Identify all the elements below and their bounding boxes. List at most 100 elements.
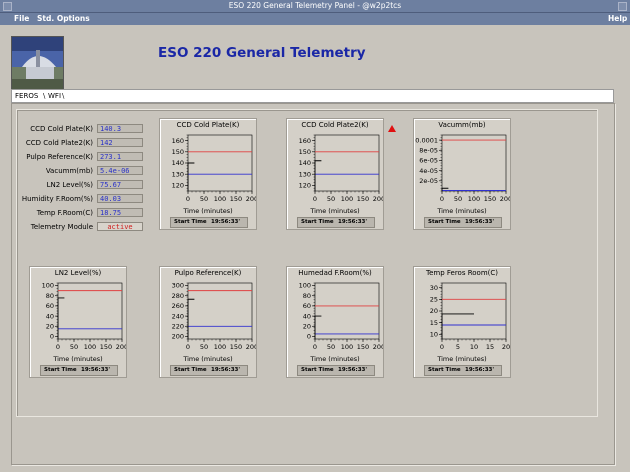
- plot-area: [441, 134, 507, 192]
- x-tick-label: 100: [468, 195, 480, 203]
- telemetry-chart[interactable]: CCD Cold Plate2(K) 120 130 140 150 160 0 50 100 1…: [286, 118, 384, 230]
- x-tick-label: 0: [313, 195, 317, 203]
- y-tick-label: 240: [172, 312, 184, 320]
- y-tick-label: 20: [430, 307, 438, 315]
- readout-label: Humidity F.Room(%): [21, 195, 93, 203]
- chart-title: Humedad F.Room(%): [298, 269, 372, 277]
- chart-title: Temp Feros Room(C): [426, 269, 498, 277]
- alarm-warning-icon: [388, 125, 396, 132]
- x-tick-label: 150: [100, 343, 112, 351]
- y-tick-label: 80: [46, 292, 54, 300]
- x-tick-label: 200: [373, 343, 383, 351]
- y-tick-label: 20: [46, 322, 54, 330]
- y-tick-label: 150: [172, 148, 184, 156]
- y-tick-label: 60: [303, 302, 311, 310]
- x-axis-label: Time (minutes): [53, 355, 103, 363]
- start-time-bar: Start Time 19:56:33': [297, 217, 375, 228]
- readout-label: Telemetry Module: [30, 223, 93, 231]
- tab-wfi[interactable]: WFI: [48, 90, 61, 102]
- x-tick-label: 50: [327, 195, 335, 203]
- observatory-logo: [11, 36, 64, 90]
- y-tick-label: 0.0001: [415, 136, 438, 144]
- telemetry-status-field: active: [97, 222, 143, 231]
- tab-separator: \: [43, 92, 46, 100]
- readout-value: 75.67: [97, 180, 143, 189]
- x-tick-label: 100: [341, 343, 353, 351]
- menu-help[interactable]: Help: [608, 13, 627, 25]
- start-time-bar: Start Time 19:56:33': [424, 217, 502, 228]
- tab-feros[interactable]: FEROS: [15, 90, 38, 102]
- x-tick-label: 20: [502, 343, 510, 351]
- chart-plot: 0.0001 8e-05 6e-05 4e-05 2e-05 0 50 100 150 200: [415, 134, 510, 203]
- start-time-bar: Start Time 19:56:33': [297, 365, 375, 376]
- instrument-tabs: FEROS \ WFI \: [11, 89, 614, 103]
- y-tick-label: 120: [172, 182, 184, 190]
- x-tick-label: 0: [440, 343, 444, 351]
- y-tick-label: 2e-05: [419, 177, 438, 185]
- readout-value: 5.4e-06: [97, 166, 143, 175]
- chart-plot: 120 130 140 150 160 0 50 100 150 200: [299, 134, 383, 203]
- start-time-value: 19:56:33': [465, 219, 495, 225]
- tab-separator: \: [62, 92, 65, 100]
- x-tick-label: 100: [341, 195, 353, 203]
- telemetry-chart[interactable]: Humedad F.Room(%) 0 20 40 60 80 100 0 50 100 150 20…: [286, 266, 384, 378]
- start-time-label: Start Time: [44, 367, 77, 373]
- x-axis-label: Time (minutes): [437, 355, 487, 363]
- telemetry-chart[interactable]: Temp Feros Room(C) 10 15 20 25 30 0 5 10 15 20 Time…: [413, 266, 511, 378]
- x-tick-label: 100: [84, 343, 96, 351]
- x-tick-label: 100: [214, 343, 226, 351]
- telemetry-chart[interactable]: Vacumm(mb) 0.0001 8e-05 6e-05 4e-05 2e-05 0 50 1…: [413, 118, 511, 230]
- start-time-label: Start Time: [174, 219, 207, 225]
- telemetry-chart[interactable]: LN2 Level(%) 0 20 40 60 80 100 0 50 100 150 200 Time…: [29, 266, 127, 378]
- y-tick-label: 120: [299, 182, 311, 190]
- x-tick-label: 100: [214, 195, 226, 203]
- chart-plot: 10 15 20 25 30 0 5 10 15 20: [430, 282, 510, 351]
- y-tick-label: 4e-05: [419, 167, 438, 175]
- start-time-label: Start Time: [301, 367, 334, 373]
- x-tick-label: 0: [56, 343, 60, 351]
- plot-area: [187, 282, 253, 340]
- plot-area: [187, 134, 253, 192]
- telemetry-chart[interactable]: Pulpo Reference(K) 200 220 240 260 280 300 0 50 1…: [159, 266, 257, 378]
- x-tick-label: 200: [373, 195, 383, 203]
- x-tick-label: 200: [500, 195, 510, 203]
- menu-file[interactable]: File: [14, 13, 29, 25]
- start-time-bar: Start Time 19:56:33': [424, 365, 502, 376]
- main-content: ESO 220 General Telemetry FEROS \ WFI \ …: [0, 25, 630, 472]
- telemetry-chart[interactable]: CCD Cold Plate(K) 120 130 140 150 160 0 50 100 15…: [159, 118, 257, 230]
- plot-area: [441, 282, 507, 340]
- chart-title: Pulpo Reference(K): [174, 269, 242, 277]
- x-tick-label: 0: [186, 343, 190, 351]
- readout-label: CCD Cold Plate(K): [30, 125, 93, 133]
- menu-std-options[interactable]: Std. Options: [37, 13, 90, 25]
- readout-label: CCD Cold Plate2(K): [25, 139, 93, 147]
- chart-plot: 0 20 40 60 80 100 0 50 100 150 200: [42, 282, 126, 351]
- x-tick-label: 0: [313, 343, 317, 351]
- y-tick-label: 100: [299, 282, 311, 290]
- y-tick-label: 140: [299, 159, 311, 167]
- start-time-bar: Start Time 19:56:33': [170, 217, 248, 228]
- plot-area: [57, 282, 123, 340]
- y-tick-label: 20: [303, 322, 311, 330]
- window-maximize-button[interactable]: [618, 2, 627, 11]
- y-tick-label: 160: [299, 137, 311, 145]
- x-tick-label: 50: [200, 343, 208, 351]
- y-tick-label: 6e-05: [419, 157, 438, 165]
- x-axis-label: Time (minutes): [310, 355, 360, 363]
- x-tick-label: 200: [246, 195, 256, 203]
- y-tick-label: 100: [42, 282, 54, 290]
- y-tick-label: 80: [303, 292, 311, 300]
- y-tick-label: 40: [303, 312, 311, 320]
- chart-title: Vacumm(mb): [438, 121, 486, 129]
- chart-title: CCD Cold Plate(K): [176, 121, 240, 129]
- readout-label: Vacumm(mb): [45, 167, 93, 175]
- start-time-label: Start Time: [301, 219, 334, 225]
- window-titlebar[interactable]: ESO 220 General Telemetry Panel - @w2p2t…: [0, 0, 630, 13]
- y-tick-label: 0: [50, 333, 54, 341]
- page-title: ESO 220 General Telemetry: [158, 45, 366, 61]
- x-tick-label: 0: [186, 195, 190, 203]
- chart-title: LN2 Level(%): [54, 269, 102, 277]
- chart-plot: 120 130 140 150 160 0 50 100 150 200: [172, 134, 256, 203]
- readout-value: 18.75: [97, 208, 143, 217]
- y-tick-label: 150: [299, 148, 311, 156]
